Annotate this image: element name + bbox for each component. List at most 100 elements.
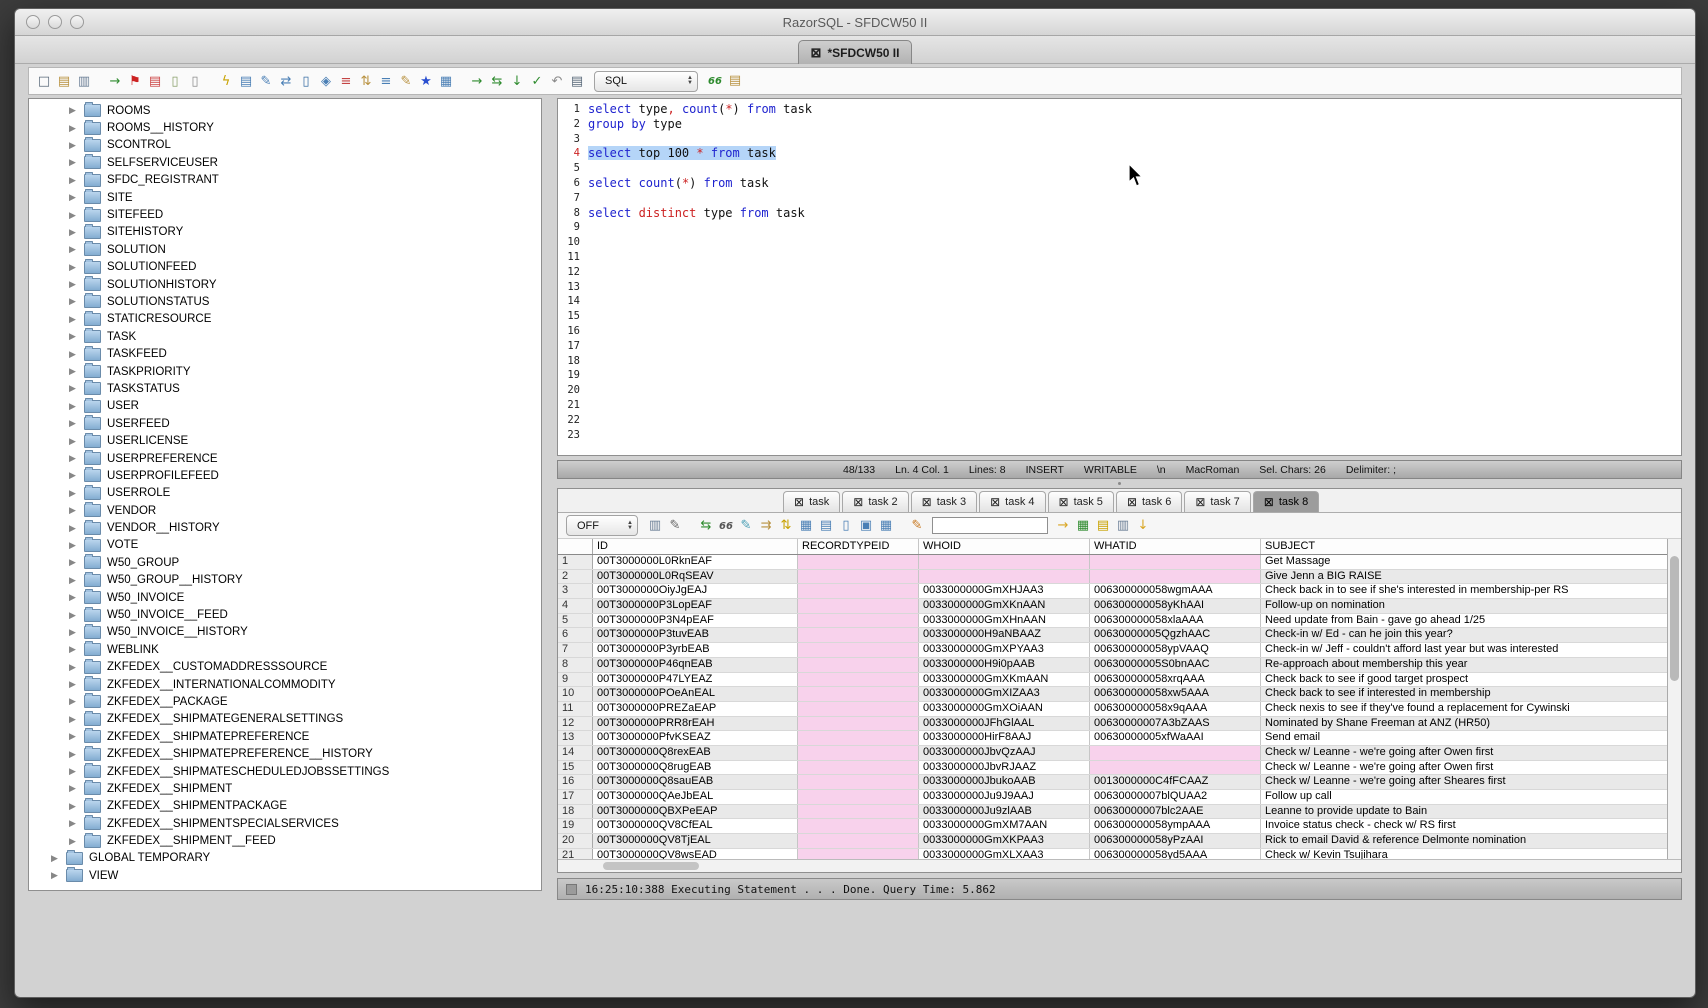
close-tab-icon[interactable]: ⊠ <box>1264 495 1274 509</box>
code-line[interactable]: select type, count(*) from task <box>588 102 1681 117</box>
cell-id[interactable]: 00T3000000QAeJbEAL <box>593 790 798 804</box>
cell-whatid[interactable]: 006300000058xlaAAA <box>1090 614 1261 628</box>
expand-triangle-icon[interactable]: ▶ <box>69 140 82 151</box>
column-header[interactable]: WHATID <box>1090 539 1261 554</box>
close-tab-icon[interactable]: ⊠ <box>1195 495 1205 509</box>
expand-triangle-icon[interactable]: ▶ <box>69 679 82 690</box>
delete-table-icon[interactable]: ▤ <box>145 71 165 91</box>
cell-recordtypeid[interactable] <box>798 584 919 598</box>
expand-triangle-icon[interactable]: ▶ <box>69 557 82 568</box>
sort-icon[interactable]: ⇅ <box>356 71 376 91</box>
cell-id[interactable]: 00T3000000P3LopEAF <box>593 599 798 613</box>
cell-whoid[interactable]: 0033000000Ju9J9AAJ <box>919 790 1090 804</box>
tree-item[interactable]: ▶SELFSERVICEUSER <box>29 154 541 171</box>
table-row[interactable]: 1500T3000000Q8rugEAB0033000000JbvRJAAZCh… <box>558 761 1667 776</box>
expand-triangle-icon[interactable]: ▶ <box>69 296 82 307</box>
cell-subject[interactable]: Give Jenn a BIG RAISE <box>1261 570 1667 584</box>
expand-triangle-icon[interactable]: ▶ <box>51 870 64 881</box>
expand-triangle-icon[interactable]: ▶ <box>69 610 82 621</box>
table-row[interactable]: 600T3000000P3tuvEAB0033000000H9aNBAAZ006… <box>558 628 1667 643</box>
tree-item[interactable]: ▶ROOMS <box>29 102 541 119</box>
expand-triangle-icon[interactable]: ▶ <box>69 714 82 725</box>
expand-triangle-icon[interactable]: ▶ <box>69 592 82 603</box>
notebook-icon[interactable]: ▯ <box>296 71 316 91</box>
cell-whatid[interactable]: 00630000005xfWaAAI <box>1090 731 1261 745</box>
help-book-icon[interactable]: ◈ <box>316 71 336 91</box>
row-number-header[interactable] <box>558 539 593 554</box>
cell-subject[interactable]: Re-approach about membership this year <box>1261 658 1667 672</box>
tree-item[interactable]: ▶SOLUTIONSTATUS <box>29 293 541 310</box>
expand-triangle-icon[interactable]: ▶ <box>69 192 82 203</box>
cell-whatid[interactable]: 006300000058yPzAAI <box>1090 834 1261 848</box>
cell-id[interactable]: 00T3000000PRR8rEAH <box>593 717 798 731</box>
tree-item[interactable]: ▶TASKSTATUS <box>29 380 541 397</box>
expand-triangle-icon[interactable]: ▶ <box>69 227 82 238</box>
results-tab[interactable]: ⊠task 2 <box>842 491 908 512</box>
filter-results-icon[interactable]: ✎ <box>665 515 685 535</box>
copy-rows-icon[interactable]: ▣ <box>856 515 876 535</box>
cell-subject[interactable]: Check back in to see if she's interested… <box>1261 584 1667 598</box>
expand-triangle-icon[interactable]: ▶ <box>69 644 82 655</box>
results-tab[interactable]: ⊠task 7 <box>1184 491 1250 512</box>
tree-item[interactable]: ▶USERPROFILEFEED <box>29 467 541 484</box>
cell-whoid[interactable]: 0033000000JbvRJAAZ <box>919 761 1090 775</box>
expand-triangle-icon[interactable]: ▶ <box>69 523 82 534</box>
new-file-icon[interactable]: □ <box>34 71 54 91</box>
cell-whatid[interactable]: 00630000007blQUAA2 <box>1090 790 1261 804</box>
cell-whatid[interactable]: 006300000058yd5AAA <box>1090 849 1261 859</box>
sql-mode-select[interactable]: SQL ▲▼ <box>594 71 698 92</box>
tree-item[interactable]: ▶W50_GROUP <box>29 554 541 571</box>
tree-item[interactable]: ▶USERFEED <box>29 415 541 432</box>
expand-triangle-icon[interactable]: ▶ <box>69 696 82 707</box>
tree-item[interactable]: ▶SITE <box>29 189 541 206</box>
cell-recordtypeid[interactable] <box>798 761 919 775</box>
code-line[interactable] <box>588 220 1681 235</box>
expand-triangle-icon[interactable]: ▶ <box>69 262 82 273</box>
expand-triangle-icon[interactable]: ▶ <box>69 783 82 794</box>
results-tab[interactable]: ⊠task 8 <box>1253 491 1319 512</box>
expand-triangle-icon[interactable]: ▶ <box>69 418 82 429</box>
cell-recordtypeid[interactable] <box>798 849 919 859</box>
expand-triangle-icon[interactable]: ▶ <box>69 314 82 325</box>
cell-recordtypeid[interactable] <box>798 746 919 760</box>
tree-item[interactable]: ▶SFDC_REGISTRANT <box>29 172 541 189</box>
tree-item[interactable]: ▶W50_INVOICE__FEED <box>29 606 541 623</box>
table-favorites-icon[interactable]: ▦ <box>436 71 456 91</box>
describe-results-icon[interactable]: ▤ <box>816 515 836 535</box>
tree-item[interactable]: ▶USERLICENSE <box>29 432 541 449</box>
table-row[interactable]: 1100T3000000PREZaEAP0033000000GmXOiAAN00… <box>558 702 1667 717</box>
code-line[interactable] <box>588 413 1681 428</box>
row-limit-select[interactable]: OFF ▲▼ <box>566 515 638 536</box>
table-row[interactable]: 1400T3000000Q8rexEAB0033000000JbvQzAAJCh… <box>558 746 1667 761</box>
table-row[interactable]: 700T3000000P3yrbEAB0033000000GmXPYAA3006… <box>558 643 1667 658</box>
close-tab-icon[interactable]: ⊠ <box>794 495 804 509</box>
cell-recordtypeid[interactable] <box>798 687 919 701</box>
vertical-scrollbar-thumb[interactable] <box>1670 556 1679 681</box>
create-object-icon[interactable]: ▯ <box>165 71 185 91</box>
close-tab-icon[interactable]: ⊠ <box>922 495 932 509</box>
cell-recordtypeid[interactable] <box>798 614 919 628</box>
expand-triangle-icon[interactable]: ▶ <box>69 244 82 255</box>
zoom-window-button[interactable] <box>70 15 84 29</box>
code-line[interactable]: select top 100 * from task <box>588 146 1681 161</box>
code-line[interactable] <box>588 368 1681 383</box>
expand-triangle-icon[interactable]: ▶ <box>69 279 82 290</box>
cell-subject[interactable]: Send email <box>1261 731 1667 745</box>
tree-item[interactable]: ▶SOLUTIONHISTORY <box>29 276 541 293</box>
expand-triangle-icon[interactable]: ▶ <box>51 853 64 864</box>
tree-item[interactable]: ▶VENDOR__HISTORY <box>29 519 541 536</box>
cell-whatid[interactable]: 006300000058ypVAAQ <box>1090 643 1261 657</box>
cell-whatid[interactable]: 006300000058wgmAAA <box>1090 584 1261 598</box>
cell-recordtypeid[interactable] <box>798 570 919 584</box>
cell-whoid[interactable]: 0033000000GmXOiAAN <box>919 702 1090 716</box>
cell-whoid[interactable]: 0033000000GmXKnAAN <box>919 599 1090 613</box>
vertical-splitter[interactable] <box>542 98 557 900</box>
execute-sql-icon[interactable]: ϟ <box>216 71 236 91</box>
table-row[interactable]: 1300T3000000PfvKSEAZ0033000000HirF8AAJ00… <box>558 731 1667 746</box>
tree-item[interactable]: ▶ZKFEDEX__SHIPMENTPACKAGE <box>29 798 541 815</box>
cell-id[interactable]: 00T3000000P47LYEAZ <box>593 673 798 687</box>
code-line[interactable] <box>588 398 1681 413</box>
code-line[interactable] <box>588 354 1681 369</box>
cell-whatid[interactable]: 00630000007A3bZAAS <box>1090 717 1261 731</box>
commit-check-icon[interactable]: ✓ <box>527 71 547 91</box>
